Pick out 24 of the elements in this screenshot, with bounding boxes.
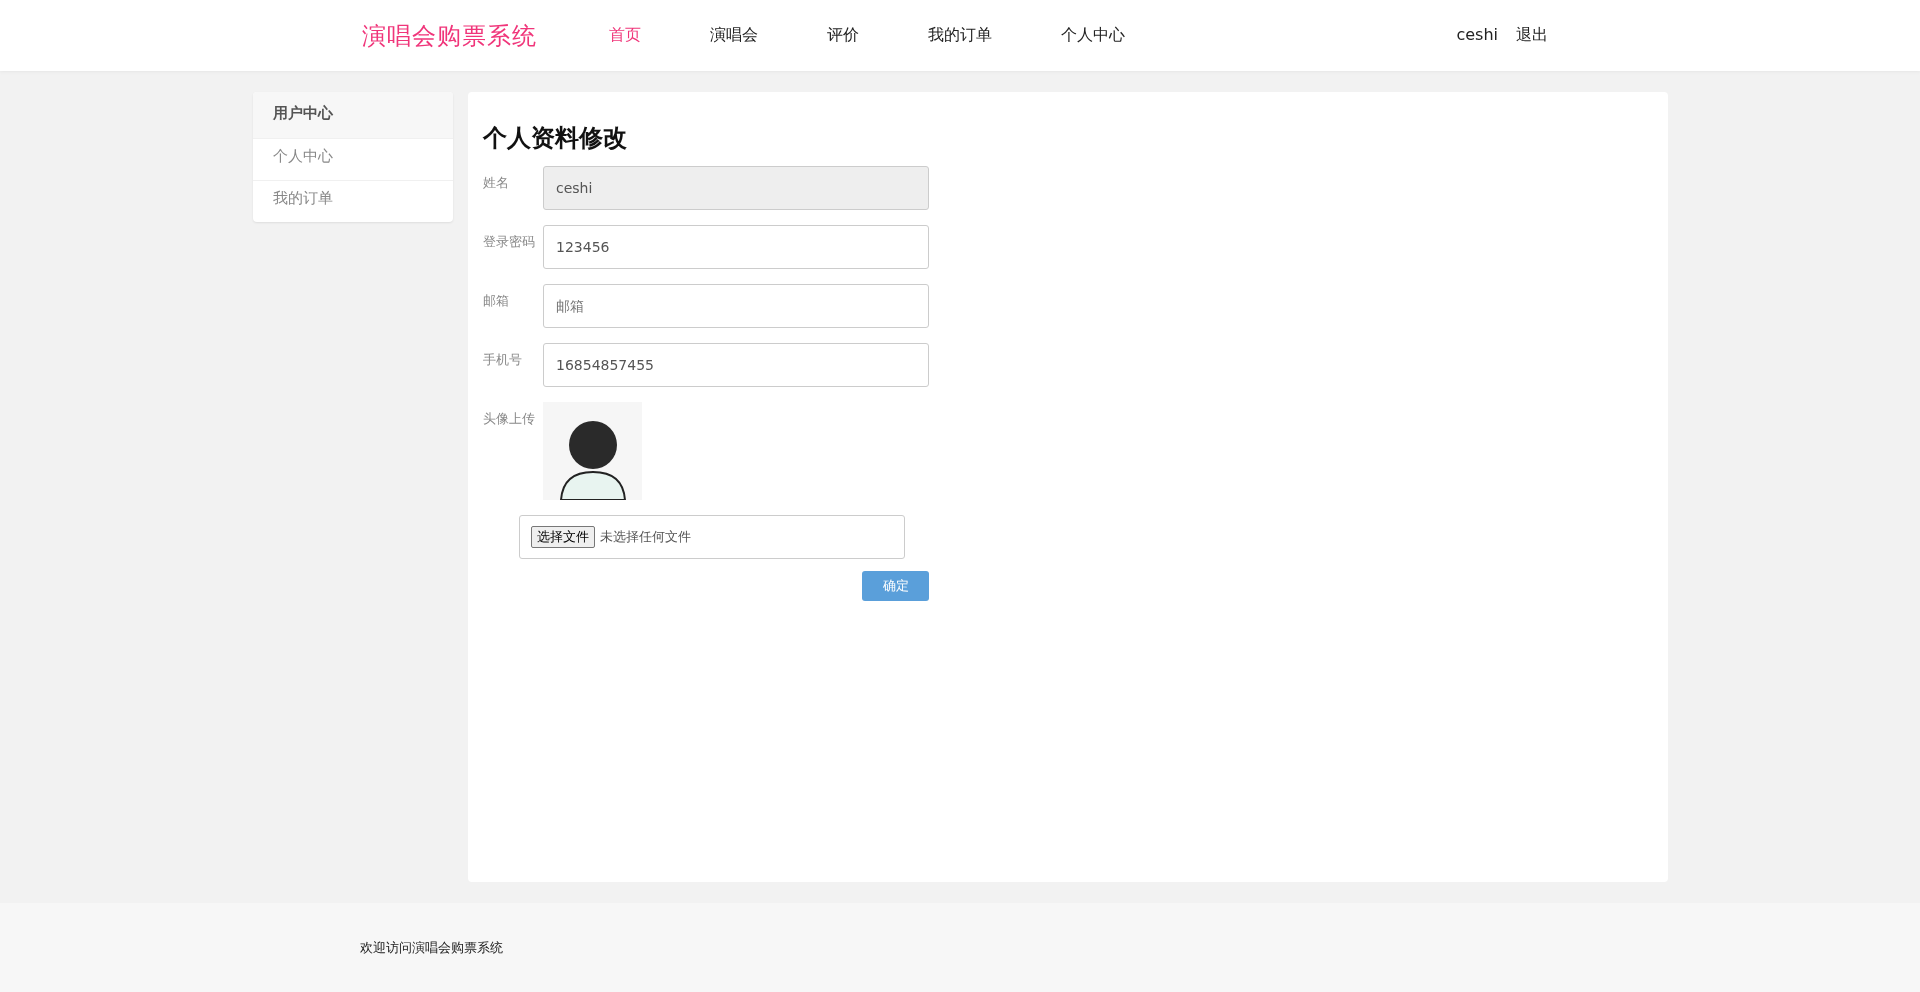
nav-link[interactable]: 评价 xyxy=(805,25,881,46)
field-label: 头像上传 xyxy=(483,410,536,428)
nav-link[interactable]: 个人中心 xyxy=(1039,25,1147,46)
input-field[interactable]: 邮箱 xyxy=(543,284,929,328)
nav-link[interactable]: 我的订单 xyxy=(906,25,1014,46)
file-input[interactable]: 选择文件 未选择任何文件 xyxy=(519,515,905,559)
nav-link[interactable]: 演唱会 xyxy=(688,25,780,46)
sidebar-title: 用户中心 xyxy=(253,92,453,138)
field-label: 姓名 xyxy=(483,174,510,192)
nav-link[interactable]: 首页 xyxy=(587,25,663,46)
sidebar-item[interactable]: 我的订单 xyxy=(253,180,453,222)
input-field[interactable]: 123456 xyxy=(543,225,929,269)
field-label: 邮箱 xyxy=(483,292,510,310)
field-label: 登录密码 xyxy=(483,233,536,251)
input-field[interactable]: 16854857455 xyxy=(543,343,929,387)
form-title: 个人资料修改 xyxy=(483,123,628,154)
logout-link[interactable]: 退出 xyxy=(1516,25,1548,46)
footer-text: 欢迎访问演唱会购票系统 xyxy=(360,939,503,957)
site-logo[interactable]: 演唱会购票系统 xyxy=(362,19,537,52)
choose-file-button[interactable]: 选择文件 xyxy=(531,526,595,548)
username: ceshi xyxy=(1456,25,1498,46)
file-status: 未选择任何文件 xyxy=(600,528,691,546)
sidebar-item[interactable]: 个人中心 xyxy=(253,138,453,180)
field-label: 手机号 xyxy=(483,351,523,369)
